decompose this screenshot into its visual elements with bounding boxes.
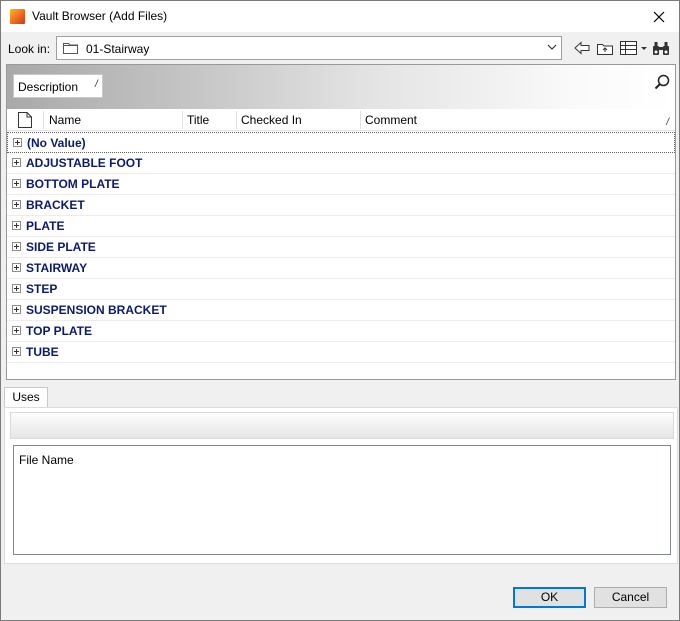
close-icon [653, 11, 665, 22]
group-row-label: STAIRWAY [26, 261, 88, 275]
window-title: Vault Browser (Add Files) [32, 9, 168, 23]
group-row-label: (No Value) [27, 136, 86, 150]
group-rows: (No Value) ADJUSTABLE FOOT BOTTOM PLATE BRA… [7, 132, 675, 363]
expand-plus-icon[interactable] [12, 305, 21, 314]
group-row[interactable]: TUBE [7, 342, 675, 363]
expand-plus-icon[interactable] [12, 221, 21, 230]
expand-plus-icon[interactable] [12, 242, 21, 251]
expand-plus-icon[interactable] [12, 179, 21, 188]
group-by-bar: Description / [7, 65, 675, 109]
group-row[interactable]: SUSPENSION BRACKET [7, 300, 675, 321]
back-button[interactable] [573, 38, 591, 58]
expand-plus-icon[interactable] [12, 200, 21, 209]
up-folder-button[interactable] [595, 38, 615, 58]
vault-file-list: Description / Name Title Checked In Comm… [6, 64, 676, 380]
expand-plus-icon[interactable] [12, 347, 21, 356]
expand-plus-icon[interactable] [12, 158, 21, 167]
group-row[interactable]: PLATE [7, 216, 675, 237]
group-row[interactable]: BOTTOM PLATE [7, 174, 675, 195]
expand-plus-icon[interactable] [12, 326, 21, 335]
look-in-dropdown[interactable]: 01-Stairway [56, 36, 562, 60]
look-in-value: 01-Stairway [86, 42, 150, 56]
vault-browser-dialog: Vault Browser (Add Files) Look in: 01-St… [0, 0, 680, 621]
group-row-label: TUBE [26, 345, 59, 359]
group-row[interactable]: ADJUSTABLE FOOT [7, 153, 675, 174]
uses-panel: File Name [4, 407, 678, 564]
chevron-down-icon[interactable] [547, 43, 557, 51]
title-bar: Vault Browser (Add Files) [1, 1, 679, 32]
uses-list[interactable]: File Name [13, 445, 671, 555]
search-icon[interactable] [654, 74, 670, 90]
column-comment[interactable]: Comment / [360, 109, 675, 131]
tab-uses[interactable]: Uses [4, 387, 48, 408]
group-row-label: BRACKET [26, 198, 85, 212]
cancel-button[interactable]: Cancel [594, 587, 667, 608]
views-menu-icon [619, 41, 647, 55]
expand-plus-icon[interactable] [12, 263, 21, 272]
expand-plus-icon[interactable] [12, 284, 21, 293]
group-row-label: ADJUSTABLE FOOT [26, 156, 143, 170]
group-row[interactable]: SIDE PLATE [7, 237, 675, 258]
back-arrow-icon [574, 41, 590, 55]
column-comment-sort-indicator: / [666, 117, 669, 128]
expand-plus-icon[interactable] [13, 138, 22, 147]
ok-button[interactable]: OK [513, 587, 586, 608]
folder-icon [63, 43, 78, 54]
group-row[interactable]: BRACKET [7, 195, 675, 216]
up-folder-icon [596, 44, 613, 55]
group-row-label: SIDE PLATE [26, 240, 96, 254]
look-in-label: Look in: [8, 42, 51, 56]
group-row-label: STEP [26, 282, 58, 296]
column-checked-in[interactable]: Checked In [236, 109, 360, 131]
uses-toolbar [10, 412, 674, 439]
column-file-icon[interactable] [7, 109, 43, 131]
group-by-description-chip[interactable]: Description / [13, 74, 103, 98]
document-icon [18, 112, 32, 128]
close-button[interactable] [639, 1, 679, 32]
column-name[interactable]: Name [44, 109, 182, 131]
group-row-label: TOP PLATE [26, 324, 93, 338]
group-sort-indicator: / [95, 79, 98, 90]
find-button[interactable] [651, 38, 671, 58]
group-row[interactable]: (No Value) [7, 132, 675, 153]
binoculars-icon [653, 41, 669, 55]
column-comment-label: Comment [365, 113, 418, 127]
group-chip-label: Description [18, 80, 79, 94]
views-menu-button[interactable] [618, 38, 649, 58]
group-row[interactable]: STAIRWAY [7, 258, 675, 279]
group-row-label: BOTTOM PLATE [26, 177, 120, 191]
column-header: Name Title Checked In Comment / [7, 109, 675, 131]
uses-file-name-header[interactable]: File Name [19, 453, 74, 467]
group-row-label: PLATE [26, 219, 65, 233]
column-title[interactable]: Title [182, 109, 236, 131]
group-row[interactable]: TOP PLATE [7, 321, 675, 342]
group-row[interactable]: STEP [7, 279, 675, 300]
group-row-label: SUSPENSION BRACKET [26, 303, 167, 317]
vault-app-icon [10, 9, 25, 24]
